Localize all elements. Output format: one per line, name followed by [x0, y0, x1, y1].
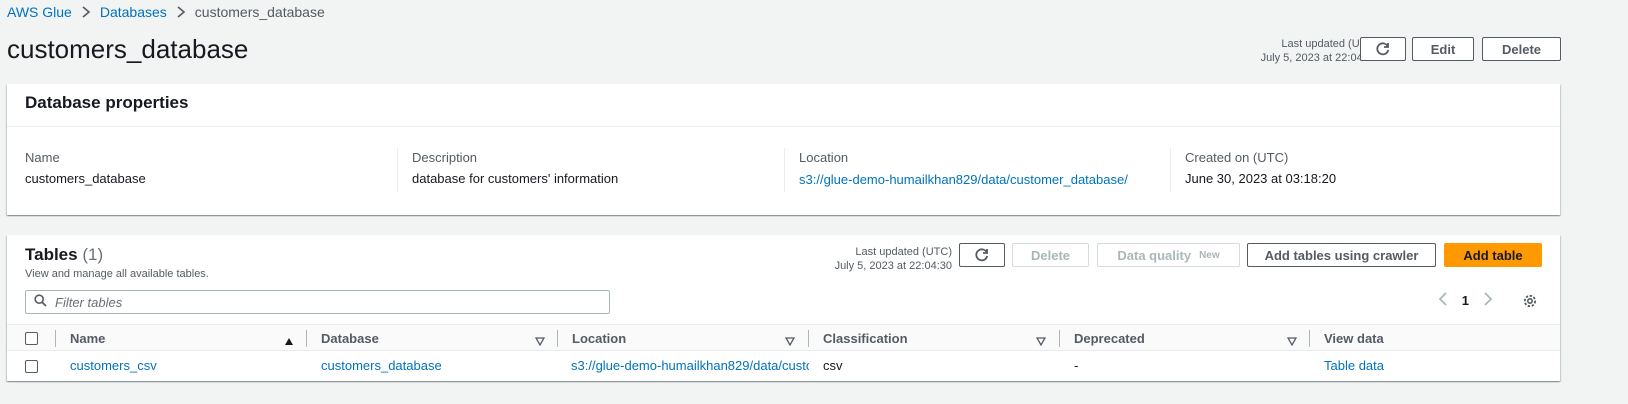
tables-title: Tables (1) [25, 245, 103, 265]
property-value: customers_database [25, 171, 146, 186]
property-value: database for customers' information [412, 171, 619, 186]
breadcrumb: AWS Glue Databases customers_database [7, 3, 325, 21]
database-properties-panel: Database properties Name customers_datab… [7, 84, 1560, 215]
tables-delete-button[interactable]: Delete [1012, 243, 1089, 267]
property-created: Created on (UTC) June 30, 2023 at 03:18:… [1185, 150, 1336, 186]
sort-icon[interactable] [1286, 333, 1298, 349]
chevron-right-icon[interactable] [1483, 292, 1493, 309]
column-header-database[interactable]: Database [321, 325, 379, 352]
divider [7, 126, 1560, 127]
refresh-button[interactable] [1360, 37, 1406, 61]
last-updated-label: Last updated (UTC) [855, 246, 952, 258]
property-key: Description [412, 150, 478, 165]
divider [784, 148, 785, 192]
sort-icon[interactable] [1035, 333, 1047, 349]
refresh-icon [974, 246, 990, 265]
data-quality-button[interactable]: Data quality New [1097, 243, 1240, 267]
breadcrumb-databases[interactable]: Databases [100, 4, 167, 20]
column-header-location[interactable]: Location [572, 325, 626, 352]
row-checkbox[interactable] [25, 360, 38, 373]
gear-icon[interactable] [1522, 293, 1538, 312]
property-key: Location [799, 150, 849, 165]
breadcrumb-aws-glue[interactable]: AWS Glue [7, 4, 72, 20]
column-divider [55, 330, 56, 347]
new-badge: New [1199, 249, 1220, 261]
property-key: Name [25, 150, 60, 165]
add-table-button[interactable]: Add table [1444, 243, 1542, 267]
column-header-classification[interactable]: Classification [823, 325, 908, 352]
column-header-view-data: View data [1324, 331, 1384, 346]
edit-button[interactable]: Edit [1412, 37, 1474, 61]
column-divider [1309, 330, 1310, 347]
cell-classification: csv [823, 358, 843, 373]
select-all-checkbox[interactable] [25, 332, 38, 345]
pagination: 1 [1438, 292, 1493, 309]
page-number[interactable]: 1 [1462, 293, 1469, 308]
property-key: Created on (UTC) [1185, 150, 1289, 165]
column-divider [1059, 330, 1060, 347]
tables-count: (1) [82, 245, 104, 264]
cell-database: customers_database [321, 358, 442, 373]
property-description: Description database for customers' info… [412, 150, 618, 186]
page-title: customers_database [7, 34, 249, 64]
delete-database-button[interactable]: Delete [1482, 37, 1561, 61]
divider [1170, 148, 1171, 192]
property-name: Name customers_database [25, 150, 146, 186]
tables-description: View and manage all available tables. [25, 268, 209, 280]
property-value: June 30, 2023 at 03:18:20 [1185, 171, 1337, 186]
property-location: Location s3://glue-demo-humailkhan829/da… [799, 150, 1128, 187]
cell-view-data: Table data [1324, 358, 1384, 373]
refresh-icon [1375, 40, 1391, 59]
data-quality-label: Data quality [1117, 247, 1192, 263]
table-name-link[interactable]: customers_csv [70, 358, 157, 373]
breadcrumb-current: customers_database [194, 4, 325, 20]
tables-panel: Tables (1) View and manage all available… [7, 235, 1560, 381]
database-link[interactable]: customers_database [321, 358, 442, 373]
filter-tables-input[interactable] [55, 294, 595, 310]
add-tables-crawler-button[interactable]: Add tables using crawler [1247, 243, 1436, 267]
table-data-link[interactable]: Table data [1324, 358, 1384, 373]
column-divider [557, 330, 558, 347]
database-properties-title: Database properties [25, 93, 189, 112]
tables-refresh-button[interactable] [959, 243, 1005, 267]
search-icon [34, 294, 47, 310]
tables-title-text: Tables [25, 245, 78, 264]
table-row: customers_csv customers_database s3://gl… [7, 352, 1560, 380]
chevron-left-icon[interactable] [1438, 292, 1448, 309]
divider [397, 148, 398, 192]
column-divider [808, 330, 809, 347]
column-header-deprecated[interactable]: Deprecated [1074, 325, 1145, 352]
sort-icon[interactable] [784, 333, 796, 349]
chevron-right-icon [167, 6, 195, 18]
column-divider [306, 330, 307, 347]
chevron-right-icon [72, 6, 100, 18]
location-link[interactable]: s3://glue-demo-humailkhan829/data/custom… [799, 172, 1128, 187]
table-location-link[interactable]: s3://glue-demo-humailkhan829/data/custom… [571, 358, 809, 373]
cell-deprecated: - [1074, 358, 1079, 373]
last-updated-value: July 5, 2023 at 22:04:30 [834, 260, 952, 272]
tables-last-updated: Last updated (UTC) July 5, 2023 at 22:04… [832, 245, 952, 273]
table-header: Name Database Location Classification De… [7, 324, 1560, 351]
column-header-name[interactable]: Name [70, 325, 105, 352]
sort-ascending-icon[interactable] [284, 333, 294, 349]
sort-icon[interactable] [534, 333, 546, 349]
filter-box [25, 290, 610, 314]
cell-location: s3://glue-demo-humailkhan829/data/custom… [571, 358, 809, 373]
cell-name: customers_csv [70, 358, 157, 373]
